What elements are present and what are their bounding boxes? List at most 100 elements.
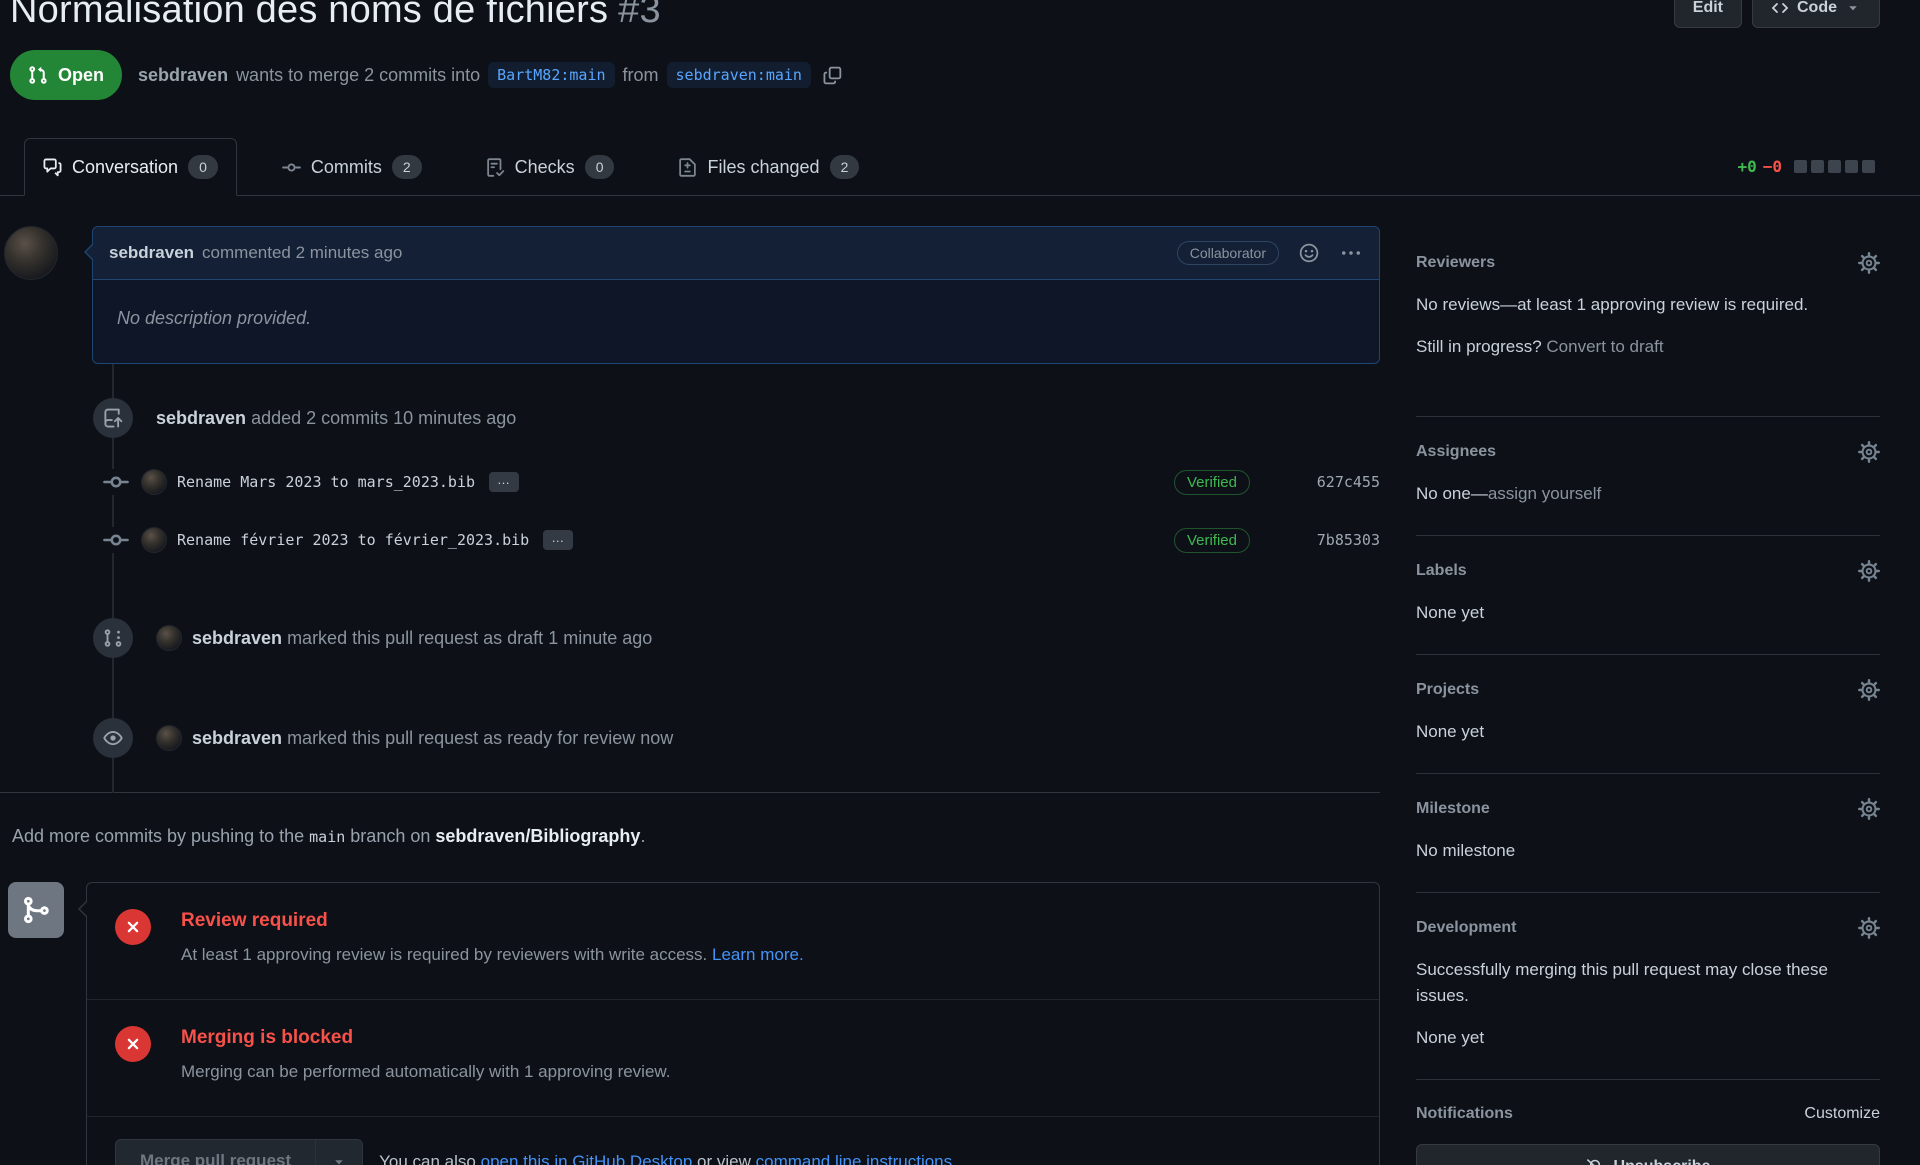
pr-author-link[interactable]: sebdraven (138, 65, 228, 86)
commit-sha-link[interactable]: 627c455 (1250, 473, 1380, 491)
labels-gear-icon[interactable] (1858, 560, 1880, 582)
comment-body: No description provided. (93, 280, 1379, 363)
avatar[interactable] (4, 226, 58, 280)
event-text: marked this pull request as draft (287, 628, 543, 648)
assignees-heading[interactable]: Assignees (1416, 442, 1496, 462)
verified-badge[interactable]: Verified (1174, 528, 1250, 553)
git-merge-icon (8, 882, 64, 938)
add-reaction-button[interactable] (1297, 241, 1321, 265)
projects-empty-text: None yet (1416, 719, 1880, 745)
reviewers-gear-icon[interactable] (1858, 252, 1880, 274)
avatar[interactable] (156, 625, 182, 651)
learn-more-link[interactable]: Learn more. (712, 945, 804, 964)
merging-blocked-section: Merging is blocked Merging can be perfor… (87, 1000, 1379, 1117)
labels-heading-row: Labels (1416, 560, 1880, 582)
projects-gear-icon[interactable] (1858, 679, 1880, 701)
timeline-event-push: sebdraven added 2 commits 10 minutes ago (0, 398, 1380, 438)
reviewers-heading-row: Reviewers (1416, 252, 1880, 274)
comment-controls: Collaborator (1177, 241, 1363, 265)
milestone-heading[interactable]: Milestone (1416, 799, 1490, 819)
diffstat-block (1811, 160, 1824, 173)
development-gear-icon[interactable] (1858, 917, 1880, 939)
tab-checks[interactable]: Checks 0 (467, 138, 634, 196)
assignees-empty-text: No one—assign yourself (1416, 481, 1880, 507)
merge-options-button[interactable] (315, 1139, 363, 1165)
diffstat-block (1828, 160, 1841, 173)
eye-icon (103, 728, 123, 748)
timeline-badge (93, 618, 133, 658)
avatar[interactable] (141, 527, 167, 553)
projects-heading[interactable]: Projects (1416, 680, 1479, 700)
expand-commit-button[interactable]: … (543, 530, 573, 550)
development-empty-text: None yet (1416, 1025, 1880, 1051)
sidebar: Reviewers No reviews—at least 1 approvin… (1416, 226, 1880, 1165)
comment-box: sebdraven commented 2 minutes ago Collab… (92, 226, 1380, 364)
development-heading-row: Development (1416, 917, 1880, 939)
git-commit-icon (282, 158, 301, 177)
pr-state-badge: Open (10, 50, 122, 100)
event-author-link[interactable]: sebdraven (156, 408, 246, 428)
copy-icon (823, 66, 842, 85)
assignees-heading-row: Assignees (1416, 441, 1880, 463)
expand-commit-button[interactable]: … (489, 472, 519, 492)
code-button[interactable]: Code (1752, 0, 1880, 28)
avatar[interactable] (156, 725, 182, 751)
tab-conversation[interactable]: Conversation 0 (24, 138, 237, 196)
milestone-gear-icon[interactable] (1858, 798, 1880, 820)
review-required-desc: At least 1 approving review is required … (181, 943, 804, 967)
commit-message-link[interactable]: Rename Mars 2023 to mars_2023.bib (177, 473, 475, 491)
comment-discussion-icon (43, 158, 62, 177)
reviewers-empty-text: No reviews—at least 1 approving review i… (1416, 292, 1880, 318)
event-author-link[interactable]: sebdraven (192, 628, 282, 648)
chevron-down-icon (1845, 0, 1861, 16)
base-branch-label[interactable]: BartM82:main (488, 62, 614, 88)
merge-pull-request-button[interactable]: Merge pull request (115, 1139, 316, 1165)
commit-message-link[interactable]: Rename février 2023 to février_2023.bib (177, 531, 529, 549)
milestone-heading-row: Milestone (1416, 798, 1880, 820)
git-pull-request-draft-icon (103, 628, 123, 648)
page-title: Normalisation des noms de fichiers#3 (10, 0, 661, 34)
event-author-link[interactable]: sebdraven (192, 728, 282, 748)
tab-counter: 0 (188, 155, 218, 179)
command-line-link[interactable]: command line instructions (756, 1152, 953, 1165)
merging-blocked-desc: Merging can be performed automatically w… (181, 1060, 670, 1084)
edit-button[interactable]: Edit (1674, 0, 1742, 28)
development-heading[interactable]: Development (1416, 918, 1516, 938)
merging-blocked-title: Merging is blocked (181, 1026, 670, 1050)
unsubscribe-button[interactable]: Unsubscribe (1416, 1144, 1880, 1165)
milestone-empty-text: No milestone (1416, 838, 1880, 864)
merge-action-text: wants to merge 2 commits into (236, 65, 480, 86)
merge-alt-text: You can also open this in GitHub Desktop… (379, 1152, 957, 1165)
merge-footer: Merge pull request You can also open thi… (87, 1117, 1379, 1165)
timeline-event-draft: sebdraven marked this pull request as dr… (0, 618, 1380, 658)
github-desktop-link[interactable]: open this in GitHub Desktop (481, 1152, 693, 1165)
convert-to-draft-link[interactable]: Convert to draft (1546, 337, 1663, 356)
labels-heading[interactable]: Labels (1416, 561, 1467, 581)
customize-link[interactable]: Customize (1804, 1104, 1880, 1124)
commit-sha-link[interactable]: 7b85303 (1250, 531, 1380, 549)
tab-files-changed[interactable]: Files changed 2 (659, 138, 878, 196)
diffstat-additions: +0 (1737, 157, 1756, 176)
x-circle-icon (115, 909, 151, 945)
merge-button-group: Merge pull request (115, 1139, 363, 1165)
reviewers-heading[interactable]: Reviewers (1416, 253, 1495, 273)
event-time[interactable]: 1 minute ago (548, 628, 652, 648)
branch-code: main (309, 828, 345, 846)
head-branch-label[interactable]: sebdraven:main (667, 62, 811, 88)
verified-badge[interactable]: Verified (1174, 470, 1250, 495)
comment-options-button[interactable] (1339, 241, 1363, 265)
merge-status-box: Review required At least 1 approving rev… (86, 882, 1380, 1165)
comment-author-link[interactable]: sebdraven (109, 243, 194, 263)
assignees-gear-icon[interactable] (1858, 441, 1880, 463)
diffstat-block (1845, 160, 1858, 173)
assign-yourself-link[interactable]: assign yourself (1488, 484, 1601, 503)
event-time[interactable]: 10 minutes ago (393, 408, 516, 428)
copy-branch-button[interactable] (821, 64, 844, 87)
sidebar-section-milestone: Milestone No milestone (1416, 774, 1880, 893)
diffstat-block (1794, 160, 1807, 173)
notifications-heading: Notifications (1416, 1104, 1513, 1124)
tab-commits[interactable]: Commits 2 (263, 138, 441, 196)
diffstat: +0 −0 (1737, 157, 1875, 176)
commit-list: Rename Mars 2023 to mars_2023.bib … Veri… (0, 462, 1380, 560)
avatar[interactable] (141, 469, 167, 495)
